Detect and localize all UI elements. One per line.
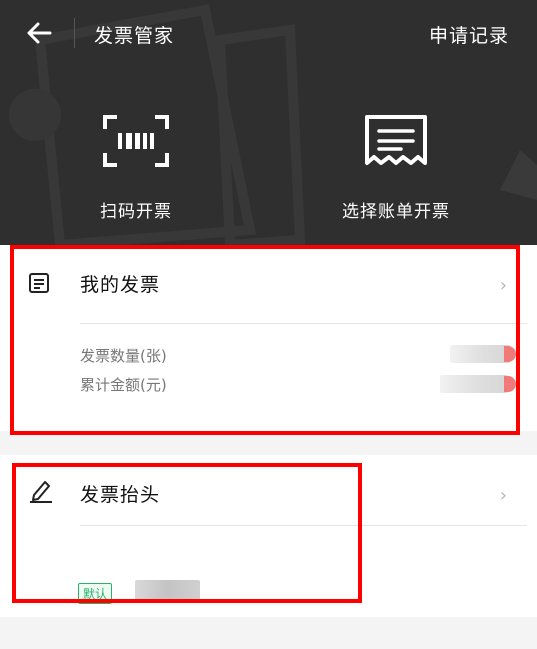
chevron-right-icon: ›	[499, 485, 507, 506]
total-amount-value	[440, 375, 508, 393]
count-marker	[504, 346, 516, 362]
back-button[interactable]	[24, 18, 56, 48]
title-divider	[74, 18, 75, 48]
header: 发票管家 申请记录 扫码开票 选择账单开票	[0, 0, 537, 245]
invoice-title-row[interactable]: 发票抬头 ›	[0, 455, 537, 531]
content-area: 我的发票 › 发票数量(张) 累计金额(元) 发票抬头 › 默认	[0, 245, 537, 649]
divider	[80, 323, 527, 324]
select-bill-invoice-button[interactable]: 选择账单开票	[296, 105, 496, 225]
pencil-icon	[30, 481, 52, 503]
amount-marker	[504, 376, 516, 392]
invoice-list-icon	[29, 273, 49, 293]
select-bill-invoice-label: 选择账单开票	[342, 202, 450, 222]
invoice-title-label: 发票抬头	[80, 484, 161, 506]
chevron-right-icon: ›	[499, 275, 507, 296]
invoice-count-label: 发票数量(张)	[80, 347, 167, 365]
my-invoices-label: 我的发票	[80, 274, 161, 296]
default-badge: 默认	[78, 583, 113, 604]
my-invoices-card: 我的发票 › 发票数量(张) 累计金额(元)	[0, 245, 537, 431]
scan-invoice-button[interactable]: 扫码开票	[36, 105, 236, 225]
scan-invoice-label: 扫码开票	[100, 202, 172, 222]
application-records-link[interactable]: 申请记录	[429, 21, 509, 48]
top-bar: 发票管家 申请记录	[0, 0, 537, 66]
invoice-title-name	[135, 580, 200, 600]
barcode-scan-icon	[103, 115, 169, 167]
receipt-icon	[365, 115, 427, 165]
total-amount-label: 累计金额(元)	[80, 376, 167, 394]
my-invoices-row[interactable]: 我的发票 ›	[0, 245, 537, 321]
invoice-title-card: 发票抬头 › 默认	[0, 455, 537, 617]
divider	[80, 525, 527, 526]
invoice-count-value	[450, 345, 510, 363]
page-title: 发票管家	[94, 25, 175, 47]
arrow-left-icon	[27, 22, 52, 44]
